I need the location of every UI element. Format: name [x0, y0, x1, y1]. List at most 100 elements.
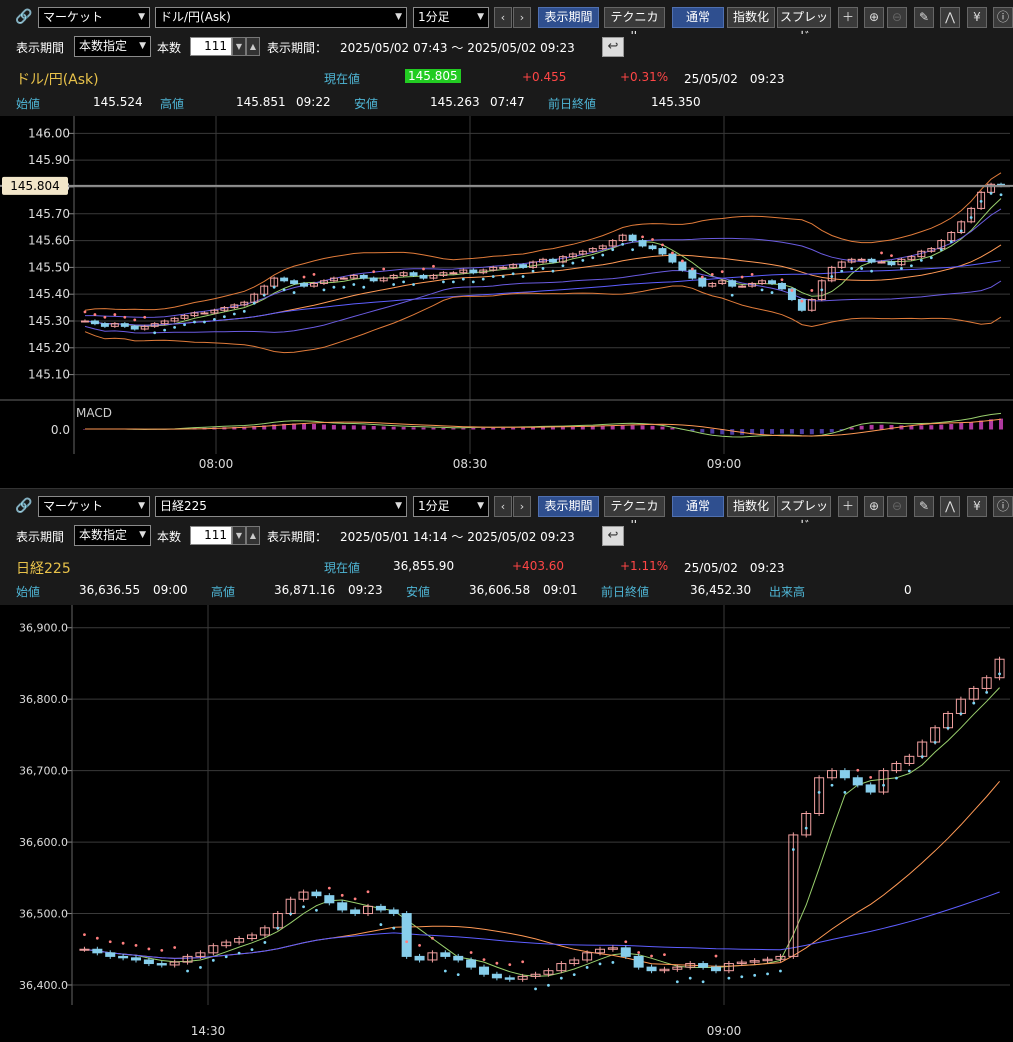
info-icon[interactable]: ⓘ — [993, 7, 1013, 28]
x-tick-label: 09:00 — [707, 457, 742, 471]
macd-histogram-bar — [570, 426, 575, 430]
sar-dot — [469, 951, 473, 954]
candle — [440, 952, 451, 957]
trend-draw-icon[interactable]: ⋀ — [940, 7, 960, 28]
next-button[interactable]: › — [513, 496, 531, 517]
link-icon[interactable]: 🔗 — [14, 496, 34, 517]
market-select[interactable]: マーケット ▼ — [38, 496, 150, 517]
market-select[interactable]: マーケット ▼ — [38, 7, 150, 28]
chevron-down-icon: ▼ — [477, 501, 484, 511]
period-button[interactable]: 表示期間 — [538, 496, 599, 517]
sar-dot — [969, 216, 973, 219]
technical-button[interactable]: テクニカル — [604, 496, 665, 532]
symbol-select[interactable]: 日経225 ▼ — [155, 496, 407, 517]
candle — [143, 959, 154, 965]
macd-histogram-bar — [809, 429, 814, 435]
candle — [633, 955, 644, 968]
high-value: 145.851 — [236, 95, 286, 109]
pencil-icon[interactable]: ✎ — [914, 496, 934, 517]
candle — [638, 240, 647, 247]
crosshair-icon[interactable]: ＋ — [838, 496, 858, 517]
zoom-in-icon[interactable]: ⊕ — [864, 7, 884, 28]
trend-draw-icon[interactable]: ⋀ — [940, 496, 960, 517]
index-button[interactable]: 指数化 — [727, 496, 775, 517]
nikkei-chart[interactable]: 36,900.0 36,800.0 36,700.0 36,600.0 36,500.0… — [0, 605, 1013, 1042]
macd-histogram-bar — [331, 424, 336, 430]
macd-histogram-bar — [351, 425, 356, 430]
next-button[interactable]: › — [513, 7, 531, 28]
high-label: 高値 — [211, 585, 236, 599]
sar-dot — [598, 962, 602, 966]
current-price-marker-label: 145.804 — [10, 179, 60, 193]
spin-down-icon[interactable]: ▼ — [232, 526, 246, 545]
prev-close-value: 145.350 — [651, 95, 701, 109]
spread-button[interactable]: スプレッド — [777, 496, 831, 532]
change-percent: +0.31% — [620, 70, 669, 84]
technical-button[interactable]: テクニカル — [604, 7, 665, 43]
current-price: 145.805 — [405, 69, 461, 83]
candle — [768, 280, 776, 284]
x-tick-label: 08:30 — [453, 457, 488, 471]
period-button[interactable]: 表示期間 — [538, 7, 599, 28]
info-icon[interactable]: ⓘ — [993, 496, 1013, 517]
candle — [865, 784, 876, 793]
usdjpy-chart[interactable]: 146.00145.90145.80145.70145.60145.50145.… — [0, 116, 1013, 487]
macd-histogram-bar — [421, 427, 426, 430]
link-icon[interactable]: 🔗 — [14, 7, 34, 28]
count-input[interactable]: 111 — [190, 37, 232, 56]
range-mode-select[interactable]: 本数指定 ▼ — [74, 36, 151, 57]
sar-dot — [624, 940, 628, 944]
return-icon[interactable]: ↩ — [602, 526, 624, 546]
zoom-in-icon[interactable]: ⊕ — [864, 496, 884, 517]
sar-dot — [779, 969, 782, 973]
symbol-select[interactable]: ドル/円(Ask) ▼ — [155, 7, 407, 28]
pencil-icon[interactable]: ✎ — [914, 7, 934, 28]
candle — [300, 282, 309, 287]
return-icon[interactable]: ↩ — [602, 37, 624, 57]
sar-dot — [263, 941, 267, 944]
yen-icon[interactable]: ¥ — [967, 496, 987, 517]
current-price: 36,855.90 — [393, 559, 455, 573]
sar-dot — [183, 323, 186, 327]
sar-dot — [907, 769, 911, 773]
sar-dot — [949, 240, 953, 244]
zoom-out-icon[interactable]: ⊖ — [887, 7, 907, 28]
interval-select[interactable]: 1分足 ▼ — [413, 7, 489, 28]
prev-button[interactable]: ‹ — [494, 7, 512, 28]
count-input[interactable]: 111 — [190, 526, 232, 545]
change-value: +403.60 — [512, 559, 565, 573]
candle — [449, 272, 458, 275]
zoom-out-icon[interactable]: ⊖ — [887, 496, 907, 517]
interval-select[interactable]: 1分足 ▼ — [413, 496, 489, 517]
candle — [738, 285, 747, 288]
macd-histogram-bar — [939, 424, 944, 430]
candle — [375, 905, 386, 911]
sar-dot — [790, 289, 794, 292]
macd-histogram-bar — [640, 425, 645, 430]
sar-dot — [250, 948, 254, 951]
sar-dot — [880, 251, 883, 255]
high-value: 36,871.16 — [274, 583, 336, 597]
sar-dot — [551, 269, 555, 273]
spread-button[interactable]: スプレッド — [777, 7, 831, 43]
candle — [414, 955, 425, 961]
sar-dot — [700, 275, 704, 279]
y-tick-label: 146.00 — [28, 126, 70, 140]
macd-histogram-bar — [799, 429, 804, 435]
normal-button[interactable]: 通常 — [672, 496, 724, 517]
candle — [311, 891, 322, 897]
prev-button[interactable]: ‹ — [494, 496, 512, 517]
yen-icon[interactable]: ¥ — [967, 7, 987, 28]
sar-dot — [93, 313, 97, 316]
spin-up-icon[interactable]: ▲ — [246, 526, 260, 545]
crosshair-icon[interactable]: ＋ — [838, 7, 858, 28]
macd-line — [85, 412, 1002, 438]
sar-dot — [237, 951, 241, 955]
range-mode-select[interactable]: 本数指定 ▼ — [74, 525, 151, 546]
y-tick-label: 36,500.0 — [19, 908, 68, 921]
normal-button[interactable]: 通常 — [672, 7, 724, 28]
index-button[interactable]: 指数化 — [727, 7, 775, 28]
spin-up-icon[interactable]: ▲ — [246, 37, 260, 56]
spin-down-icon[interactable]: ▼ — [232, 37, 246, 56]
indicator-zero-label: 0.0 — [51, 423, 70, 437]
